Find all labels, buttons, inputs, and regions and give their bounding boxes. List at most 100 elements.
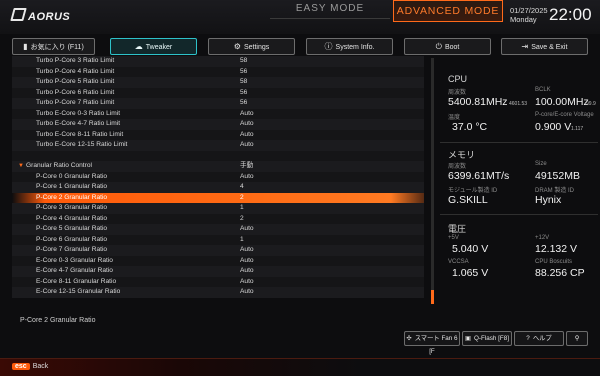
setting-row[interactable]: Turbo E-Core 0-3 Ratio Limit Auto xyxy=(12,108,424,120)
tab-boot[interactable]: ⏻ Boot xyxy=(404,38,491,55)
setting-label: E-Core 12-15 Granular Ratio xyxy=(36,288,121,295)
setting-label: P-Core 6 Granular Ratio xyxy=(36,235,108,243)
setting-value[interactable]: 56 xyxy=(240,67,247,78)
tab-label: Settings xyxy=(243,44,270,51)
setting-row[interactable]: Turbo P-Core 6 Ratio Limit 56 xyxy=(12,87,424,99)
setting-row[interactable]: Turbo P-Core 5 Ratio Limit 58 xyxy=(12,77,424,88)
scrollbar[interactable] xyxy=(431,58,434,304)
setting-value[interactable]: Auto xyxy=(240,266,254,277)
setting-label: Turbo E-Core 12-15 Ratio Limit xyxy=(36,141,128,148)
setting-row[interactable]: P-Core 7 Granular Ratio Auto xyxy=(12,245,424,256)
advanced-mode-tab[interactable]: ADVANCED MODE xyxy=(393,0,503,22)
scrollbar-thumb[interactable] xyxy=(431,290,434,304)
mem-size-label: Size xyxy=(535,161,547,167)
setting-value[interactable]: 58 xyxy=(240,77,247,88)
voltage-title: 電圧 xyxy=(448,224,467,234)
setting-value[interactable]: Auto xyxy=(240,277,254,288)
search-button[interactable]: ⚲ xyxy=(566,331,588,346)
tab-save-exit[interactable]: ⇥ Save & Exit xyxy=(501,38,588,55)
bclk-value: 100.00MHz xyxy=(535,96,589,108)
mem-vendor-value: G.SKILL xyxy=(448,194,488,206)
setting-value[interactable]: Auto xyxy=(240,287,254,298)
setting-label: Turbo E-Core 4-7 Ratio Limit xyxy=(36,120,121,127)
setting-row[interactable]: E-Core 4-7 Granular Ratio Auto xyxy=(12,266,424,277)
setting-value[interactable]: 56 xyxy=(240,88,247,99)
esc-back-button[interactable]: esc Back xyxy=(12,363,48,370)
bclk-label: BCLK xyxy=(535,87,551,93)
tab-favorites[interactable]: ▮ お気に入り (F11) xyxy=(12,38,95,55)
setting-label: Turbo E-Core 8-11 Ratio Limit xyxy=(36,130,124,138)
v12-label: +12V xyxy=(535,235,550,241)
setting-value[interactable]: 手動 xyxy=(240,161,253,172)
setting-row[interactable]: Turbo P-Core 7 Ratio Limit 56 xyxy=(12,98,424,109)
tab-label: Tweaker xyxy=(145,44,173,51)
setting-row[interactable]: P-Core 5 Granular Ratio Auto xyxy=(12,224,424,235)
setting-value[interactable]: Auto xyxy=(240,109,254,120)
setting-value[interactable]: 56 xyxy=(240,98,247,109)
setting-row[interactable]: Turbo E-Core 8-11 Ratio Limit Auto xyxy=(12,129,424,141)
setting-label: Turbo P-Core 5 Ratio Limit xyxy=(36,78,115,85)
v12-value: 12.132 V xyxy=(535,243,578,255)
mem-size-value: 49152MB xyxy=(535,170,580,182)
aorus-eagle-icon xyxy=(10,8,27,21)
setting-row[interactable]: Turbo E-Core 12-15 Ratio Limit Auto xyxy=(12,140,424,151)
setting-value[interactable]: 1 xyxy=(240,235,244,246)
back-label: Back xyxy=(32,363,49,370)
easy-mode-tab[interactable]: EASY MODE xyxy=(270,0,390,19)
setting-row[interactable]: E-Core 12-15 Granular Ratio Auto xyxy=(12,287,424,298)
setting-value[interactable]: Auto xyxy=(240,224,254,235)
setting-value[interactable]: Auto xyxy=(240,119,254,130)
setting-value[interactable]: 4 xyxy=(240,182,244,193)
vccsa-value: 1.065 V xyxy=(452,267,489,279)
qflash-label: Q-Flash [F8] xyxy=(473,335,509,342)
cpu-freq-value: 5400.81MHz xyxy=(448,96,508,108)
setting-row[interactable]: P-Core 3 Granular Ratio 1 xyxy=(12,203,424,214)
setting-label: E-Core 8-11 Granular Ratio xyxy=(36,277,117,285)
top-bar: AORUS EASY MODE ADVANCED MODE 01/27/2025… xyxy=(0,0,600,34)
smart-fan-label: スマート Fan 6 [F xyxy=(414,335,458,355)
setting-row[interactable]: E-Core 0-3 Granular Ratio Auto xyxy=(12,255,424,267)
tab-tweaker[interactable]: ☁ Tweaker xyxy=(110,38,197,55)
tab-label: お気に入り (F11) xyxy=(30,44,84,51)
help-button[interactable]: ? ヘルプ xyxy=(514,331,564,346)
setting-label: Turbo P-Core 3 Ratio Limit xyxy=(36,57,115,64)
cpu-freq-sub: 4601.53 xyxy=(509,101,528,107)
setting-value[interactable]: Auto xyxy=(240,172,254,183)
qflash-button[interactable]: ▣ Q-Flash [F8] xyxy=(462,331,512,346)
setting-row[interactable]: P-Core 4 Granular Ratio 2 xyxy=(12,213,424,225)
setting-row[interactable]: Turbo P-Core 4 Ratio Limit 56 xyxy=(12,66,424,78)
cloud-icon: ☁ xyxy=(134,42,143,51)
tab-label: Boot xyxy=(444,44,460,51)
setting-row[interactable]: P-Core 2 Granular Ratio 2 xyxy=(12,192,424,204)
dram-value: Hynix xyxy=(535,194,562,206)
setting-value[interactable]: 1 xyxy=(240,203,244,214)
setting-label: P-Core 4 Granular Ratio xyxy=(36,214,108,222)
section-header-row[interactable]: ▼ Granular Ratio Control 手動 xyxy=(12,161,424,172)
expand-arrow-icon: ▼ xyxy=(18,163,24,169)
setting-value[interactable]: 2 xyxy=(240,214,244,225)
tab-settings[interactable]: ⚙ Settings xyxy=(208,38,295,55)
tab-system-info[interactable]: ⓘ System Info. xyxy=(306,38,393,55)
fan-label: CPU Boscuits xyxy=(535,259,573,265)
setting-row[interactable]: P-Core 0 Granular Ratio Auto xyxy=(12,171,424,183)
panel-divider xyxy=(440,142,598,143)
setting-value[interactable]: 58 xyxy=(240,56,247,67)
setting-value[interactable]: Auto xyxy=(240,140,254,151)
smart-fan-button[interactable]: ✣ スマート Fan 6 [F xyxy=(404,331,460,355)
setting-row[interactable]: Turbo E-Core 4-7 Ratio Limit Auto xyxy=(12,119,424,130)
setting-row[interactable]: P-Core 6 Granular Ratio 1 xyxy=(12,234,424,246)
setting-row[interactable]: P-Core 1 Granular Ratio 4 xyxy=(12,182,424,193)
tab-label: Save & Exit xyxy=(531,44,568,51)
setting-label: Turbo P-Core 6 Ratio Limit xyxy=(36,88,115,96)
setting-value[interactable]: Auto xyxy=(240,245,254,256)
blank-row xyxy=(12,150,424,161)
setting-label: Turbo P-Core 4 Ratio Limit xyxy=(36,67,115,75)
setting-row[interactable]: E-Core 8-11 Granular Ratio Auto xyxy=(12,276,424,288)
power-icon: ⏻ xyxy=(435,42,442,51)
mem-vendor-label: モジュール製造 ID xyxy=(448,188,498,194)
setting-row[interactable]: Turbo P-Core 3 Ratio Limit 58 xyxy=(12,56,424,67)
setting-value[interactable]: Auto xyxy=(240,130,254,141)
gear-icon: ⚙ xyxy=(233,42,241,51)
setting-value[interactable]: Auto xyxy=(240,256,254,267)
setting-value[interactable]: 2 xyxy=(240,193,244,204)
